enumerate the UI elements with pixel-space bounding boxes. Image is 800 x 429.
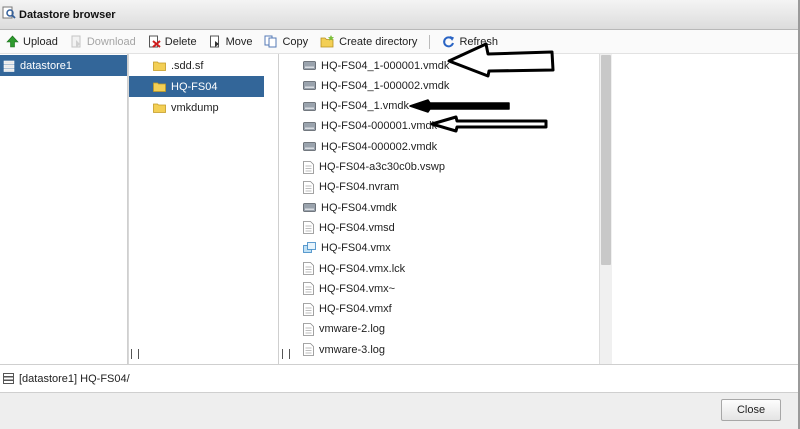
- folder-row[interactable]: .sdd.sf: [128, 55, 264, 76]
- annotation-arrow: [409, 99, 510, 113]
- file-label: vmware-2.log: [319, 323, 386, 336]
- datastore-pane: datastore1: [0, 54, 128, 364]
- file-icon: [303, 322, 314, 336]
- move-icon: [209, 35, 219, 48]
- disk-icon: [303, 203, 316, 212]
- datastore-label: datastore1: [20, 59, 72, 72]
- pane-divider: [128, 54, 129, 364]
- current-path: [datastore1] HQ-FS04/: [19, 372, 130, 385]
- file-row[interactable]: HQ-FS04.nvram: [279, 177, 597, 198]
- file-label: HQ-FS04.vmx~: [319, 282, 396, 295]
- file-icon: [303, 302, 314, 316]
- folder-label: HQ-FS04: [171, 80, 218, 93]
- folder-icon: [153, 82, 166, 92]
- datastore-browser-icon: [2, 6, 16, 23]
- file-icon: [303, 180, 314, 194]
- file-label: HQ-FS04.nvram: [319, 181, 400, 194]
- copy-icon: [264, 35, 277, 48]
- download-button[interactable]: Download: [66, 32, 140, 52]
- file-row[interactable]: HQ-FS04.vmsd: [279, 217, 597, 238]
- file-row[interactable]: vmware-2.log: [279, 319, 597, 340]
- file-row[interactable]: HQ-FS04.vmxf: [279, 299, 597, 320]
- download-icon: [71, 35, 81, 48]
- disk-icon: [303, 81, 316, 91]
- datastore-row[interactable]: datastore1: [0, 55, 127, 76]
- file-label: HQ-FS04.vmx.lck: [319, 262, 406, 275]
- move-button[interactable]: Move: [205, 32, 257, 52]
- folder-pane: .sdd.sf HQ-FS04 vmkdump: [128, 54, 279, 364]
- file-row[interactable]: HQ-FS04-a3c30c0b.vswp: [279, 157, 597, 178]
- datastore-icon: [3, 373, 14, 384]
- scroll-thumb[interactable]: [601, 55, 611, 265]
- file-label: vmware-3.log: [319, 343, 386, 356]
- title-bar: Datastore browser: [0, 0, 800, 30]
- upload-icon: [6, 35, 19, 48]
- copy-label: Copy: [282, 35, 309, 48]
- file-scrollbar[interactable]: [599, 54, 612, 364]
- close-button[interactable]: Close: [721, 399, 781, 421]
- file-label: HQ-FS04-a3c30c0b.vswp: [319, 161, 445, 173]
- datastore-icon: [3, 60, 15, 72]
- upload-button[interactable]: Upload: [2, 32, 62, 52]
- annotation-arrow: [430, 115, 548, 133]
- folder-label: vmkdump: [171, 101, 219, 114]
- delete-button[interactable]: Delete: [144, 32, 201, 52]
- folder-label: .sdd.sf: [171, 59, 204, 72]
- folder-row[interactable]: HQ-FS04: [128, 76, 264, 97]
- create-directory-label: Create directory: [339, 35, 418, 48]
- file-row[interactable]: HQ-FS04.vmx: [279, 238, 597, 259]
- copy-button[interactable]: Copy: [260, 32, 312, 52]
- create-directory-button[interactable]: Create directory: [316, 32, 421, 52]
- vm-icon: [303, 241, 316, 253]
- toolbar-separator: [429, 34, 431, 49]
- file-label: HQ-FS04.vmxf: [319, 303, 392, 316]
- folder-row[interactable]: vmkdump: [128, 97, 264, 118]
- file-label: HQ-FS04_1-000001.vmdk: [321, 59, 450, 72]
- file-label: HQ-FS04.vmdk: [321, 201, 397, 214]
- disk-icon: [303, 61, 316, 70]
- file-icon: [303, 282, 314, 296]
- file-row[interactable]: vmware-3.log: [279, 339, 597, 360]
- footer: Close: [0, 392, 800, 429]
- file-label: HQ-FS04.vmx: [321, 242, 391, 255]
- file-label: HQ-FS04_1-000002.vmdk: [321, 79, 450, 92]
- file-label: HQ-FS04-000002.vmdk: [321, 140, 438, 153]
- file-icon: [303, 160, 314, 174]
- annotation-arrow: [447, 42, 555, 78]
- file-row[interactable]: HQ-FS04.vmx~: [279, 278, 597, 299]
- download-label: Download: [86, 35, 136, 48]
- file-icon: [303, 262, 314, 275]
- move-label: Move: [225, 35, 253, 48]
- file-label: HQ-FS04.vmsd: [319, 221, 395, 234]
- folder-icon: [153, 103, 166, 113]
- file-label: HQ-FS04_1.vmdk: [321, 100, 410, 113]
- path-bar: [datastore1] HQ-FS04/: [0, 364, 800, 392]
- new-folder-icon: [320, 35, 335, 48]
- file-row[interactable]: HQ-FS04_1-000002.vmdk: [279, 75, 597, 96]
- upload-label: Upload: [23, 35, 58, 48]
- delete-label: Delete: [164, 35, 197, 48]
- file-icon: [303, 343, 314, 357]
- empty-area: [612, 54, 800, 364]
- disk-icon: [303, 101, 316, 111]
- folder-icon: [153, 61, 166, 71]
- disk-icon: [303, 121, 316, 131]
- window-title: Datastore browser: [19, 8, 116, 21]
- file-row[interactable]: HQ-FS04.vmx.lck: [279, 258, 597, 279]
- file-icon: [303, 221, 314, 235]
- file-label: HQ-FS04-000001.vmdk: [321, 120, 438, 133]
- disk-icon: [303, 142, 316, 152]
- toolbar: Upload Download Delete Move Copy Create …: [0, 30, 800, 54]
- delete-icon: [148, 35, 161, 48]
- resize-grip[interactable]: [131, 349, 139, 359]
- file-row[interactable]: HQ-FS04-000002.vmdk: [279, 136, 597, 157]
- file-row[interactable]: HQ-FS04.vmdk: [279, 197, 597, 218]
